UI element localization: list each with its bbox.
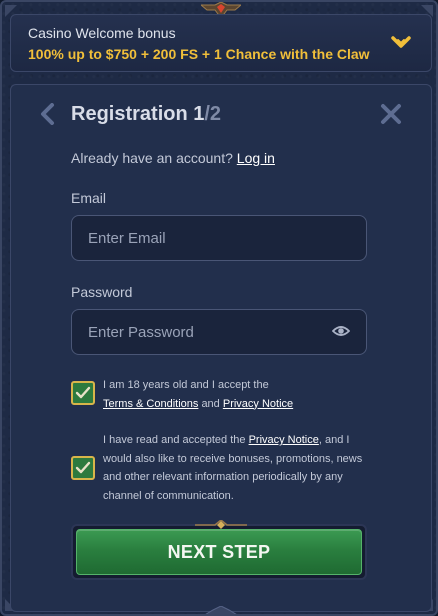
step-current: 1 xyxy=(193,103,205,125)
privacy-notice-link[interactable]: Privacy Notice xyxy=(223,398,293,410)
login-link[interactable]: Log in xyxy=(237,150,275,166)
age-consent-text: I am 18 years old and I accept the Terms… xyxy=(103,376,403,413)
registration-title-text: Registration xyxy=(71,103,188,125)
age-consent-checkbox[interactable] xyxy=(71,381,95,405)
checkmark-icon xyxy=(75,461,91,474)
terms-link[interactable]: Terms & Conditions xyxy=(103,398,198,410)
age-consent-and: and xyxy=(201,397,220,410)
login-prompt-text: Already have an account? xyxy=(71,150,233,166)
next-step-button[interactable]: NEXT STEP xyxy=(76,529,362,575)
close-icon[interactable] xyxy=(380,103,402,125)
password-field[interactable] xyxy=(71,309,367,355)
welcome-bonus-banner[interactable]: Casino Welcome bonus 100% up to $750 + 2… xyxy=(10,14,432,72)
privacy-notice-link-2[interactable]: Privacy Notice xyxy=(249,434,319,446)
gem-ornament-icon xyxy=(195,520,247,529)
next-step-frame: NEXT STEP xyxy=(71,524,367,580)
chevron-down-icon[interactable] xyxy=(391,36,411,50)
chevron-left-icon[interactable] xyxy=(39,103,55,125)
login-prompt: Already have an account? Log in xyxy=(71,150,275,166)
marketing-consent-checkbox[interactable] xyxy=(71,456,95,480)
step-total: /2 xyxy=(204,103,222,125)
email-field[interactable] xyxy=(71,215,367,261)
age-consent-label: I am 18 years old and I accept the xyxy=(103,379,269,391)
password-label: Password xyxy=(71,284,133,300)
bonus-offer: 100% up to $750 + 200 FS + 1 Chance with… xyxy=(28,45,370,62)
checkmark-icon xyxy=(75,386,91,399)
marketing-consent-label: I have read and accepted the xyxy=(103,434,246,446)
marketing-consent-text: I have read and accepted the Privacy Not… xyxy=(103,431,373,505)
gem-ornament-icon xyxy=(205,606,237,614)
email-label: Email xyxy=(71,190,107,206)
bonus-title: Casino Welcome bonus xyxy=(28,24,176,41)
eye-icon[interactable] xyxy=(332,324,350,338)
registration-title: Registration 1/2 xyxy=(71,103,221,126)
registration-modal: Casino Welcome bonus 100% up to $750 + 2… xyxy=(0,0,438,616)
